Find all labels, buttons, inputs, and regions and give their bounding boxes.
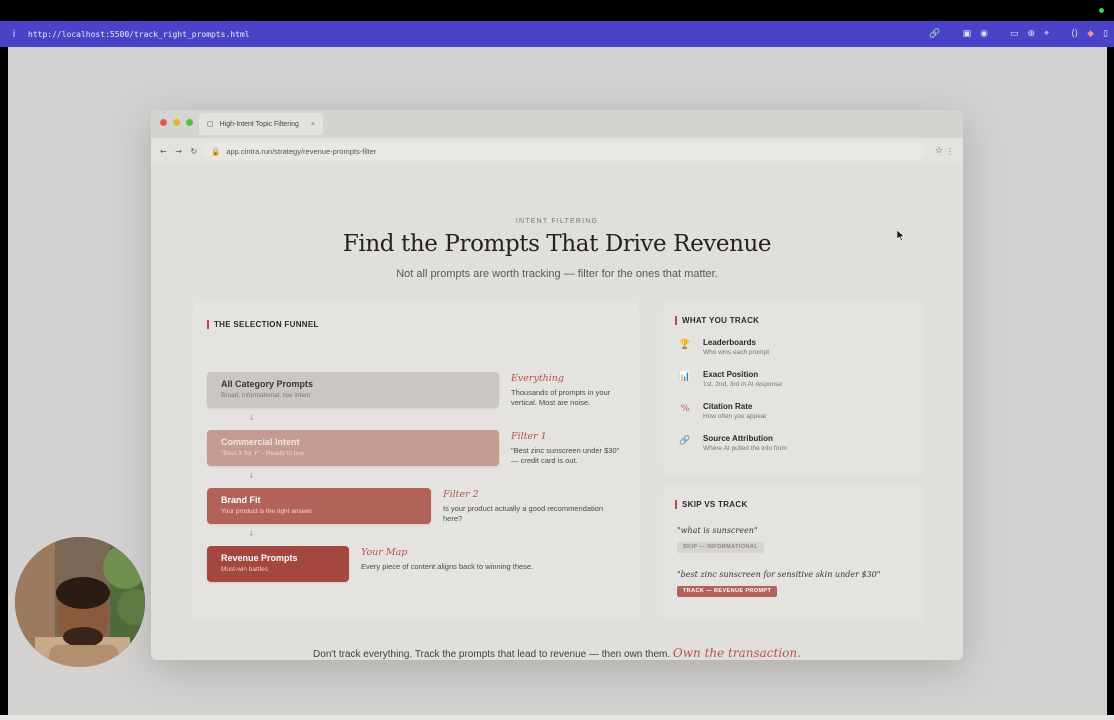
skip-vs-track-panel: SKIP VS TRACK "what is sunscreen" SKIP —… — [663, 486, 925, 620]
funnel-stage-all-category[interactable]: All Category Prompts Broad, informationa… — [207, 372, 499, 408]
lock-icon: 🔒 — [211, 146, 221, 156]
funnel-stage-commercial-intent[interactable]: Commercial Intent "Best X for Y" - Ready… — [207, 430, 499, 466]
arrow-down-icon: ↓ — [248, 413, 255, 422]
stage-bottom-edge — [0, 715, 1114, 720]
outer-url-field[interactable]: http://localhost:5500/track_right_prompt… — [28, 30, 250, 39]
link-icon: 🔗 — [679, 436, 691, 446]
stage-note: "Best zinc sunscreen under $30" — credit… — [511, 446, 620, 465]
track-item-name: Source Attribution — [703, 434, 773, 443]
stage-note-head: Your Map — [361, 547, 408, 558]
site-info-icon[interactable]: i — [0, 29, 28, 40]
minimize-window-icon[interactable] — [173, 119, 180, 126]
nav-buttons[interactable]: ← → ↻ — [160, 147, 200, 156]
eyebrow-label: INTENT FILTERING — [515, 218, 599, 225]
page-content: INTENT FILTERING Find the Prompts That D… — [151, 164, 963, 660]
page-subtitle: Not all prompts are worth tracking — fil… — [396, 268, 718, 280]
track-item-leaderboards: 🏆 Leaderboards Who wins each prompt — [679, 338, 769, 356]
mouse-cursor-icon — [897, 230, 905, 241]
track-title: WHAT YOU TRACK — [675, 316, 759, 325]
page-title: Find the Prompts That Drive Revenue — [342, 231, 772, 257]
footer-tagline: Don't track everything. Track the prompt… — [151, 646, 963, 660]
presenter-avatar — [15, 537, 145, 667]
code-icon[interactable]: ⟨⟩ — [1071, 29, 1078, 39]
close-window-icon[interactable] — [160, 119, 167, 126]
stage-subtitle: Your product is the right answer — [221, 508, 313, 515]
window-controls — [160, 119, 193, 126]
bar-chart-icon: 📊 — [679, 372, 691, 382]
stage-note: Is your product actually a good recommen… — [443, 504, 604, 523]
stage-subtitle: Broad, informational, low intent — [221, 392, 311, 399]
track-item-name: Exact Position — [703, 370, 759, 379]
camera-icon[interactable]: ◉ — [980, 29, 988, 39]
percent-icon: % — [680, 404, 690, 414]
outer-browser-toolbar: i http://localhost:5500/track_right_prom… — [0, 21, 1114, 47]
sidebar-icon[interactable]: ▯ — [1103, 29, 1108, 39]
stage-subtitle: Must-win battles — [221, 566, 268, 573]
reader-icon[interactable]: ▣ — [963, 29, 972, 39]
window-address-bar: ← → ↻ 🔒 app.cintra.run/strategy/revenue-… — [151, 138, 963, 164]
tab-close-icon[interactable]: × — [311, 121, 315, 128]
bookmark-star-icon[interactable]: ☆ — [935, 146, 943, 156]
webcam-bubble — [15, 537, 145, 667]
track-item-citation-rate: % Citation Rate How often you appear — [679, 402, 767, 420]
stage-title: Revenue Prompts — [221, 553, 298, 563]
track-item-name: Leaderboards — [703, 338, 756, 347]
recording-indicator-icon — [1099, 8, 1104, 13]
example-quote: "best zinc sunscreen for sensitive skin … — [677, 570, 881, 579]
address-field[interactable]: 🔒 app.cintra.run/strategy/revenue-prompt… — [203, 142, 925, 160]
track-item-source-attribution: 🔗 Source Attribution Where AI pulled the… — [679, 434, 787, 452]
tab-title: High-Intent Topic Filtering — [219, 120, 299, 128]
stage-note-head: Everything — [511, 373, 565, 384]
outer-toolbar-icons: 🔗 ▣ ◉ ▭ ⊕ ⌖ ⟨⟩ ◆ ▯ — [929, 21, 1108, 47]
stage-subtitle: "Best X for Y" - Ready to buy — [221, 450, 305, 457]
stage-note-head: Filter 1 — [511, 431, 547, 442]
maximize-window-icon[interactable] — [186, 119, 193, 126]
crosshair-icon[interactable]: ⌖ — [1044, 29, 1049, 39]
address-text: app.cintra.run/strategy/revenue-prompts-… — [226, 146, 377, 156]
more-menu-icon[interactable]: ⋮ — [946, 147, 954, 156]
footer-accent: Own the transaction. — [672, 646, 801, 660]
system-top-strip — [0, 0, 1114, 21]
window-tab-bar: ▢ High-Intent Topic Filtering × — [151, 110, 963, 138]
globe-icon[interactable]: ⊕ — [1027, 29, 1035, 39]
what-you-track-panel: WHAT YOU TRACK 🏆 Leaderboards Who wins e… — [663, 302, 925, 474]
page-icon: ▢ — [207, 121, 214, 128]
stage-note: Thousands of prompts in your vertical. M… — [511, 388, 611, 407]
funnel-title: THE SELECTION FUNNEL — [207, 320, 319, 329]
footer-text: Don't track everything. Track the prompt… — [313, 649, 671, 660]
selection-funnel-panel: THE SELECTION FUNNEL All Category Prompt… — [193, 302, 639, 620]
track-item-desc: Who wins each prompt — [703, 349, 770, 356]
tab-high-intent[interactable]: ▢ High-Intent Topic Filtering × — [199, 113, 323, 135]
track-badge: TRACK — REVENUE PROMPT — [677, 586, 778, 597]
arrow-down-icon: ↓ — [248, 529, 255, 538]
stage-note: Every piece of content aligns back to wi… — [361, 562, 534, 571]
track-item-desc: Where AI pulled the info from — [703, 445, 787, 452]
app-window: ▢ High-Intent Topic Filtering × ← → ↻ 🔒 … — [151, 110, 963, 660]
skip-badge: SKIP — INFORMATIONAL — [677, 542, 765, 553]
stage-title: All Category Prompts — [221, 379, 314, 389]
skip-title: SKIP VS TRACK — [675, 500, 748, 509]
example-quote: "what is sunscreen" — [677, 526, 758, 535]
track-item-name: Citation Rate — [703, 402, 753, 411]
funnel-stage-brand-fit[interactable]: Brand Fit Your product is the right answ… — [207, 488, 431, 524]
track-item-exact-position: 📊 Exact Position 1st, 2nd, 3rd in AI res… — [679, 370, 782, 388]
link-icon[interactable]: 🔗 — [929, 29, 940, 39]
stage-title: Commercial Intent — [221, 437, 300, 447]
extension-icon[interactable]: ◆ — [1087, 29, 1094, 39]
funnel-stage-revenue-prompts[interactable]: Revenue Prompts Must-win battles — [207, 546, 349, 582]
track-item-desc: 1st, 2nd, 3rd in AI response — [703, 381, 783, 388]
trophy-icon: 🏆 — [679, 340, 691, 350]
stage-note-head: Filter 2 — [443, 489, 479, 500]
track-item-desc: How often you appear — [703, 413, 767, 420]
stage-title: Brand Fit — [221, 495, 261, 505]
arrow-down-icon: ↓ — [248, 471, 255, 480]
cast-icon[interactable]: ▭ — [1010, 29, 1019, 39]
